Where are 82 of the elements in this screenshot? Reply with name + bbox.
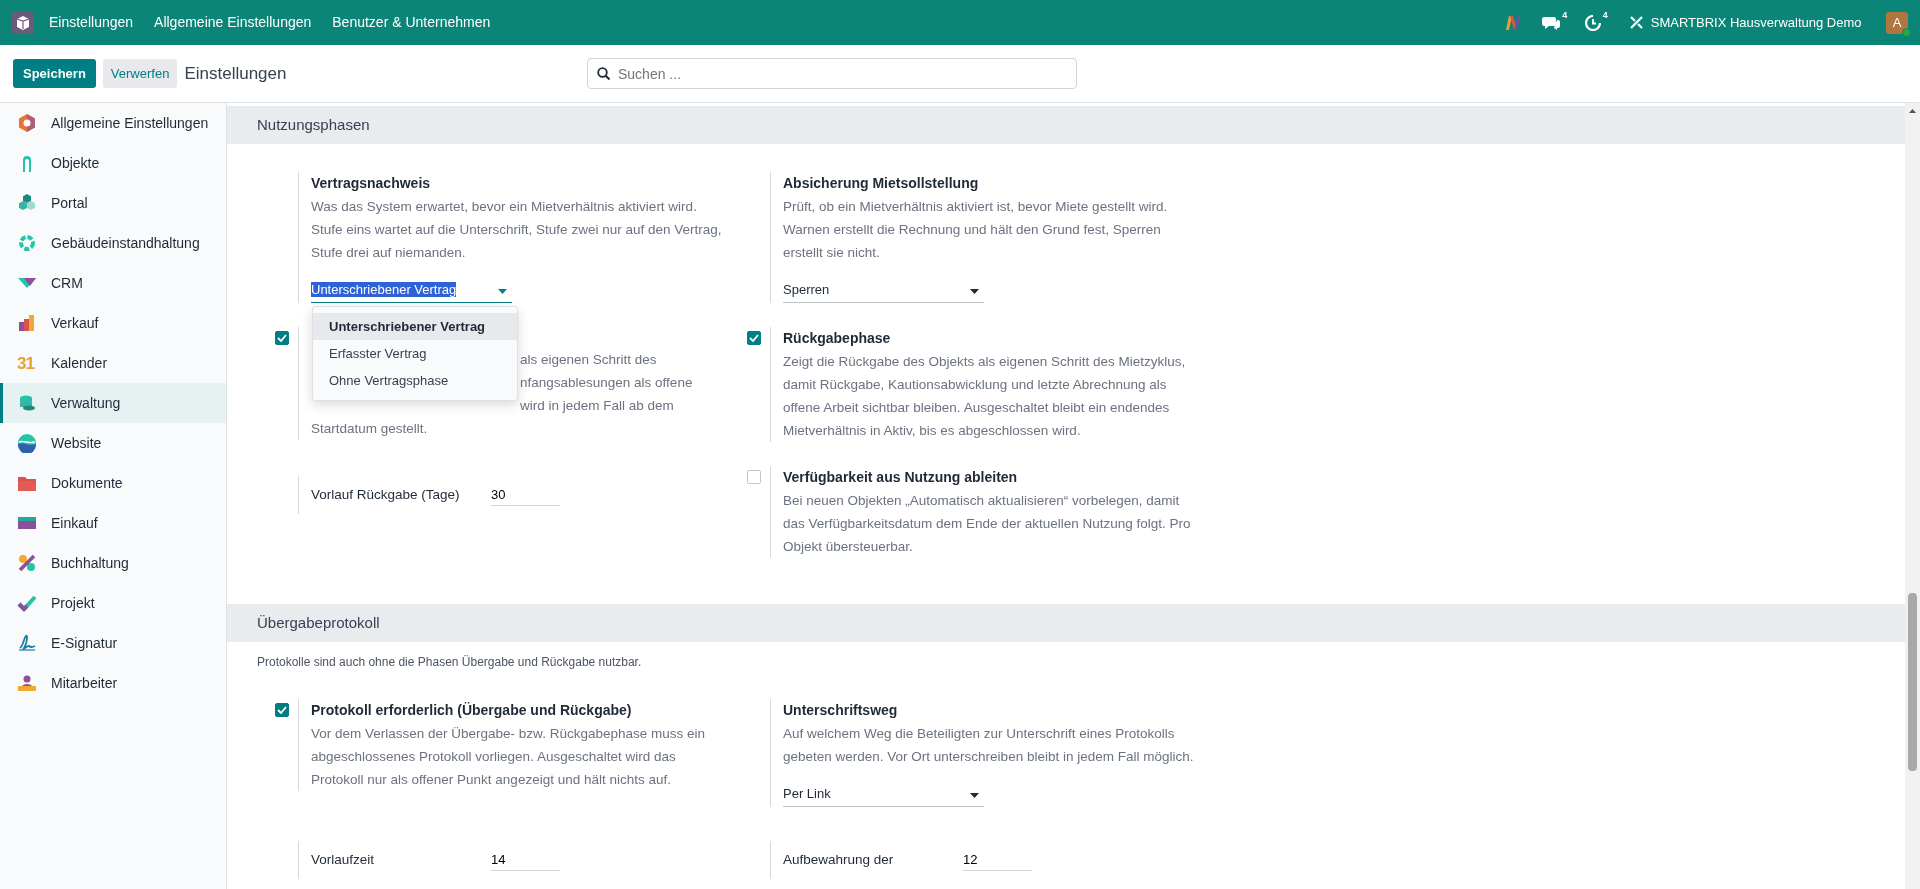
company-name[interactable]: SMARTBRIX Hausverwaltung Demo [1650,12,1862,33]
setting-description: wird in jedem Fall ab dem [520,397,675,415]
message-count: 4 [1562,8,1568,22]
hexagon-icon [17,113,37,133]
setting-description: Prüft, ob ein Mietverhältnis aktiviert ist, bevor Miete gestellt wird. Warnen erstellt die Rechnung und hält den Grund fest, Sperren erstellt sie nicht. [783,198,1169,262]
checkbox[interactable] [275,331,289,345]
activity-count: 4 [1602,8,1608,22]
chat-icon[interactable] [1542,14,1561,31]
menu-item[interactable]: Benutzer & Unternehmen [332,12,491,33]
clock-icon[interactable] [1584,14,1601,31]
setting-title: Absicherung Mietsollstellung [783,174,980,193]
scroll-thumb[interactable] [1908,593,1917,771]
setting-title: Verfügbarkeit aus Nutzung ableiten [783,468,1019,487]
checkbox[interactable] [747,331,761,345]
checkbox[interactable] [275,703,289,717]
bar-chart-icon [17,313,37,333]
setting-title: Unterschriftsweg [783,701,899,720]
dropdown-option[interactable]: Erfasster Vertrag [313,340,517,367]
setting-title: Protokoll erforderlich (Übergabe und Rückgabe) [311,701,633,720]
dropdown-option[interactable]: Ohne Vertragsphase [313,367,517,394]
sidebar-item[interactable]: Allgemeine Einstellungen [0,103,226,143]
search-icon [597,67,610,80]
tools-icon[interactable] [1628,15,1644,30]
menu-item[interactable]: Allgemeine Einstellungen [154,12,312,33]
sidebar-item[interactable]: Mitarbeiter [0,663,226,703]
setting-description: Vor dem Verlassen der Übergabe- bzw. Rückgabephase muss ein abgeschlossenes Protokoll vorliegen. Ausgeschaltet wird das Protokoll nur als offener Punkt angezeigt und hält nichts auf. [311,725,706,789]
sidebar-item[interactable]: Website [0,423,226,463]
setting-description: Auf welchem Weg die Beteiligten zur Unterschrift eines Protokolls gebeten werden. Vor Ort unterschreiben bleibt in jedem Fall möglich. [783,725,1195,766]
discard-button[interactable]: Verwerfen [102,58,178,89]
user-avatar[interactable]: A [1886,11,1908,34]
number-field[interactable]: 12 [963,848,1032,872]
section-header: Nutzungsphasen [227,106,1905,144]
sidebar-item[interactable]: Verkauf [0,303,226,343]
gear-icon [17,233,37,253]
sidebar-item[interactable]: 31 Kalender [0,343,226,383]
field-label: Vorlaufzeit [311,850,376,869]
caret-icon [970,793,979,798]
sidebar-item[interactable]: Objekte [0,143,226,183]
section-note: Protokolle sind auch ohne die Phasen Übergabe und Rückgabe nutzbar. [256,654,643,671]
save-button[interactable]: Speichern [13,58,96,89]
number-field[interactable]: 14 [491,848,560,872]
sidebar-item[interactable]: Einkauf [0,503,226,543]
calendar-icon: 31 [17,354,37,372]
sidebar-item[interactable]: Portal [0,183,226,223]
setting-description: nfangsablesungen als offene [520,374,694,392]
field-label: Aufbewahrung der [783,850,895,869]
select-field[interactable]: Unterschriebener Vertrag [311,277,512,303]
cubes-icon [17,193,37,213]
sidebar-item[interactable]: Verwaltung [0,383,226,423]
percent-icon [17,553,37,573]
setting-description: Zeigt die Rückgabe des Objekts als eigenen Schritt des Mietzyklus, damit Rückgabe, Kautionsabwicklung und letzte Abrechnung als offene Arbeit sichtbar bleiben. Ausgeschaltet bleibt ein endendes Mietverhältnis in Aktiv, bis es abgeschlossen wird. [783,353,1187,440]
checkmark-icon [17,593,37,613]
zigzag-logo-icon[interactable] [1505,14,1522,31]
sidebar-item[interactable]: Projekt [0,583,226,623]
setting-description: Startdatum gestellt. [311,420,429,438]
setting-title: Vertragsnachweis [311,174,432,193]
scroll-up-icon[interactable] [1909,109,1916,113]
setting-description: Was das System erwartet, bevor ein Mietverhältnis aktiviert wird. Stufe eins wartet auf die Unterschrift, Stufe zwei nur auf den Vertrag, Stufe drei auf niemanden. [311,198,723,262]
app-title[interactable]: Einstellungen [49,12,134,33]
setting-description: als eigenen Schritt des [520,351,658,369]
caret-icon [970,289,979,294]
dropdown-option[interactable]: Unterschriebener Vertrag [313,313,517,340]
sidebar-item[interactable]: Gebäudeinstandhaltung [0,223,226,263]
search-field[interactable]: Suchen ... [587,58,1077,89]
setting-title: Rückgabephase [783,329,892,348]
coins-icon [17,393,37,413]
scrollbar[interactable] [1905,103,1920,889]
section-header: Übergabeprotokoll [227,604,1905,642]
breadcrumb: Einstellungen [184,62,287,85]
field-label: Vorlauf Rückgabe (Tage) [311,485,461,504]
signature-icon [17,633,37,653]
sidebar-item[interactable]: Dokumente [0,463,226,503]
number-field[interactable]: 30 [491,483,560,507]
box-logo-icon[interactable] [12,11,34,34]
sidebar-item[interactable]: Buchhaltung [0,543,226,583]
globe-icon [17,433,37,453]
caret-icon [498,289,507,294]
sidebar-item[interactable]: E-Signatur [0,623,226,663]
people-icon [17,673,37,693]
sidebar-item[interactable]: CRM [0,263,226,303]
checkbox[interactable] [747,470,761,484]
setting-description: Bei neuen Objekten „Automatisch aktualisieren“ vorbelegen, damit das Verfügbarkeitsdatum dem Ende der aktuellen Nutzung folgt. Pro Objekt übersteuerbar. [783,492,1192,556]
